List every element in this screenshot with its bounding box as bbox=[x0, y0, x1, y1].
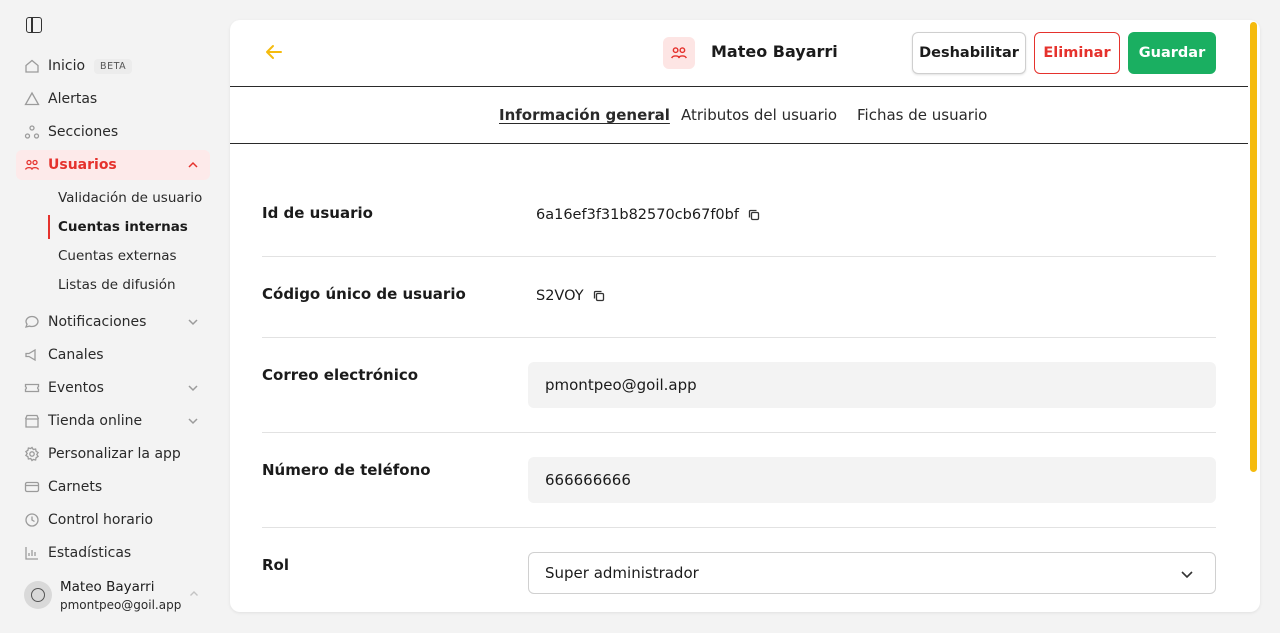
sidebar-item-label: Canales bbox=[48, 347, 104, 363]
sidebar-item-alertas[interactable]: Alertas bbox=[16, 84, 210, 114]
divider bbox=[262, 527, 1216, 528]
chevron-down-icon bbox=[1181, 571, 1193, 579]
chevron-down-icon[interactable] bbox=[186, 315, 200, 329]
sidebar-subitem-cuentas-internas[interactable]: Cuentas internas bbox=[48, 215, 208, 239]
user-detail-card: Mateo Bayarri Deshabilitar Eliminar Guar… bbox=[230, 20, 1260, 612]
chat-icon bbox=[24, 314, 40, 330]
current-user-menu[interactable]: Mateo Bayarri pmontpeo@goil.app bbox=[24, 578, 204, 622]
sidebar-item-estadisticas[interactable]: Estadísticas bbox=[16, 538, 210, 568]
sidebar-subitem-cuentas-externas[interactable]: Cuentas externas bbox=[48, 244, 208, 268]
home-icon bbox=[24, 58, 40, 74]
sidebar-subitem-listas-difusion[interactable]: Listas de difusión bbox=[48, 273, 208, 297]
back-arrow-icon[interactable] bbox=[262, 40, 286, 64]
sidebar-item-personalizar[interactable]: Personalizar la app bbox=[16, 439, 210, 469]
scrollbar[interactable] bbox=[1250, 22, 1257, 472]
unique-code-value-row: S2VOY bbox=[536, 288, 606, 304]
sidebar-item-tienda-online[interactable]: Tienda online bbox=[16, 406, 210, 436]
divider bbox=[262, 256, 1216, 257]
card-icon bbox=[24, 479, 40, 495]
sidebar-item-label: Personalizar la app bbox=[48, 446, 181, 462]
detail-header: Mateo Bayarri Deshabilitar Eliminar Guar… bbox=[230, 20, 1248, 87]
users-icon bbox=[24, 157, 40, 173]
save-button[interactable]: Guardar bbox=[1128, 32, 1216, 74]
unique-code-label: Código único de usuario bbox=[262, 285, 466, 303]
unique-code-value: S2VOY bbox=[536, 288, 584, 304]
sidebar-item-label: Notificaciones bbox=[48, 314, 147, 330]
current-user-email: pmontpeo@goil.app bbox=[60, 598, 182, 612]
gear-icon bbox=[24, 446, 40, 462]
sections-icon bbox=[24, 124, 40, 140]
sidebar-subitem-label: Listas de difusión bbox=[58, 277, 176, 293]
sidebar-item-label: Inicio bbox=[48, 58, 86, 74]
bell-icon bbox=[24, 91, 40, 107]
chevron-down-icon[interactable] bbox=[186, 381, 200, 395]
sidebar-item-label: Control horario bbox=[48, 512, 154, 528]
tab-atributos-usuario[interactable]: Atributos del usuario bbox=[681, 106, 837, 124]
sidebar-item-eventos[interactable]: Eventos bbox=[16, 373, 210, 403]
megaphone-icon bbox=[24, 347, 40, 363]
store-icon bbox=[24, 413, 40, 429]
clock-icon bbox=[24, 512, 40, 528]
sidebar-item-secciones[interactable]: Secciones bbox=[16, 117, 210, 147]
sidebar-subitem-validacion[interactable]: Validación de usuario bbox=[48, 186, 208, 210]
sidebar-item-label: Estadísticas bbox=[48, 545, 132, 561]
tab-bar: Información general Atributos del usuari… bbox=[230, 87, 1248, 144]
beta-badge: BETA bbox=[94, 58, 133, 74]
tab-informacion-general[interactable]: Información general bbox=[499, 106, 670, 124]
copy-icon[interactable] bbox=[592, 289, 606, 303]
sidebar-item-label: Tienda online bbox=[48, 413, 143, 429]
stats-icon bbox=[24, 545, 40, 561]
email-label: Correo electrónico bbox=[262, 366, 419, 384]
user-id-label: Id de usuario bbox=[262, 204, 373, 222]
users-icon bbox=[671, 47, 687, 59]
avatar bbox=[24, 581, 52, 609]
role-select[interactable]: Super administrador bbox=[528, 552, 1216, 594]
ticket-icon bbox=[24, 380, 40, 396]
sidebar-item-label: Alertas bbox=[48, 91, 98, 107]
role-select-value: Super administrador bbox=[545, 564, 699, 582]
sidebar-item-label: Usuarios bbox=[48, 157, 117, 173]
sidebar-item-notificaciones[interactable]: Notificaciones bbox=[16, 307, 210, 337]
sidebar-item-label: Eventos bbox=[48, 380, 104, 396]
sidebar-item-label: Carnets bbox=[48, 479, 103, 495]
chevron-up-icon[interactable] bbox=[186, 158, 200, 172]
user-avatar bbox=[663, 37, 695, 69]
chevron-down-icon[interactable] bbox=[186, 414, 200, 428]
page-title: Mateo Bayarri bbox=[711, 42, 838, 61]
delete-button[interactable]: Eliminar bbox=[1034, 32, 1120, 74]
divider bbox=[262, 337, 1216, 338]
sidebar-item-label: Secciones bbox=[48, 124, 119, 140]
sidebar-item-inicio[interactable]: Inicio BETA bbox=[16, 51, 210, 81]
phone-label: Número de teléfono bbox=[262, 461, 431, 479]
sidebar-subitem-label: Cuentas internas bbox=[58, 219, 188, 235]
divider bbox=[262, 432, 1216, 433]
disable-button[interactable]: Deshabilitar bbox=[912, 32, 1026, 74]
sidebar-item-control-horario[interactable]: Control horario bbox=[16, 505, 210, 535]
current-user-name: Mateo Bayarri bbox=[60, 579, 155, 595]
user-id-value-row: 6a16ef3f31b82570cb67f0bf bbox=[536, 207, 761, 223]
tab-fichas-usuario[interactable]: Fichas de usuario bbox=[857, 106, 987, 124]
copy-icon[interactable] bbox=[747, 208, 761, 222]
sidebar-item-usuarios[interactable]: Usuarios bbox=[16, 150, 210, 180]
sidebar-subitem-label: Validación de usuario bbox=[58, 190, 203, 206]
phone-field[interactable] bbox=[528, 457, 1216, 503]
role-label: Rol bbox=[262, 556, 289, 574]
chevron-up-icon[interactable] bbox=[188, 588, 200, 600]
sidebar-item-carnets[interactable]: Carnets bbox=[16, 472, 210, 502]
sidebar-item-canales[interactable]: Canales bbox=[16, 340, 210, 370]
sidebar: Inicio BETA Alertas Secciones Usuarios V… bbox=[0, 0, 222, 633]
email-field[interactable] bbox=[528, 362, 1216, 408]
sidebar-subitem-label: Cuentas externas bbox=[58, 248, 177, 264]
user-id-value: 6a16ef3f31b82570cb67f0bf bbox=[536, 207, 739, 223]
sidebar-toggle-icon[interactable] bbox=[26, 17, 42, 33]
